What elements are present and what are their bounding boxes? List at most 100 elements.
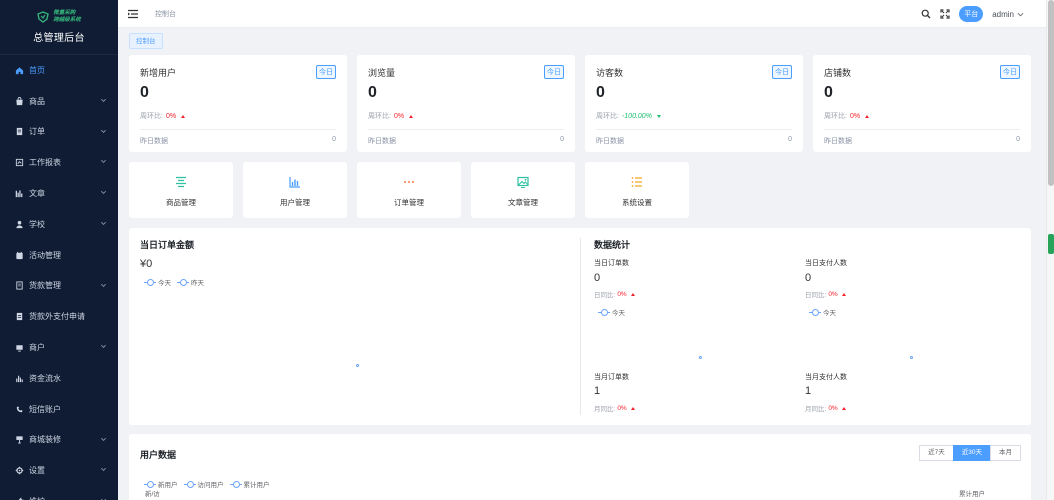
sidebar-item[interactable]: 订单 bbox=[0, 117, 118, 148]
shortcut-card[interactable]: 订单管理 bbox=[357, 162, 461, 218]
kpi-compare: 月同比: 0% bbox=[594, 403, 635, 413]
chevron-down-icon bbox=[1017, 12, 1024, 16]
logo-line1: 微量采购 bbox=[53, 10, 76, 16]
data-stats-title: 数据统计 bbox=[594, 240, 631, 250]
legend-today[interactable]: 今天 bbox=[809, 307, 836, 317]
sidebar-item-label: 货款管理 bbox=[29, 281, 61, 291]
panel-divider bbox=[580, 238, 581, 415]
sidebar-item[interactable]: 文章 bbox=[0, 178, 118, 209]
order-manage-icon bbox=[402, 175, 416, 189]
trend-arrow-icon bbox=[865, 114, 870, 118]
chevron-down-icon bbox=[101, 345, 106, 349]
sidebar-item-label: 商城装修 bbox=[29, 435, 61, 445]
shortcut-card[interactable]: 文章管理 bbox=[471, 162, 575, 218]
shortcut-label: 订单管理 bbox=[394, 198, 424, 207]
kpi-point bbox=[699, 356, 702, 359]
sidebar-item[interactable]: 首页 bbox=[0, 55, 118, 86]
page-scrollbar[interactable] bbox=[1046, 0, 1054, 500]
stat-period-tag: 今日 bbox=[316, 65, 336, 79]
right-axis-label: 累计用户 bbox=[959, 491, 985, 498]
logo-line2: 跨越级系统 bbox=[53, 17, 81, 23]
chevron-down-icon bbox=[101, 98, 106, 102]
order-amount-title: 当日订单金额 bbox=[140, 240, 195, 250]
order-stats-panel: 当日订单金额 ¥0 今天 昨天 数据统计 当日订单数 0 日同比: 0% 今天 当… bbox=[129, 228, 1031, 425]
payment-icon bbox=[14, 281, 24, 291]
breadcrumb[interactable]: 控制台 bbox=[155, 9, 176, 19]
chevron-down-icon bbox=[101, 129, 106, 133]
shortcut-label: 商品管理 bbox=[166, 198, 196, 207]
chevron-down-icon bbox=[101, 160, 106, 164]
sidebar-item-label: 货款外支付申请 bbox=[29, 312, 85, 322]
sidebar-item[interactable]: 维护 bbox=[0, 486, 118, 500]
shortcut-card[interactable]: 系统设置 bbox=[585, 162, 689, 218]
tag-dashboard[interactable]: 控制台 bbox=[129, 33, 163, 49]
maintain-icon bbox=[14, 497, 24, 500]
search-icon[interactable] bbox=[921, 9, 931, 19]
stat-card: 新增用户 今日 0 周环比: 0% 昨日数据 0 bbox=[129, 55, 347, 152]
kpi-label: 当月订单数 bbox=[594, 374, 629, 381]
stat-compare: 周环比: 0% bbox=[140, 111, 186, 121]
range-30days-button[interactable]: 近30天 bbox=[952, 445, 991, 461]
sidebar-item-label: 资金流水 bbox=[29, 373, 61, 383]
sidebar-item[interactable]: 商城装修 bbox=[0, 425, 118, 456]
logo-shield-icon bbox=[37, 11, 50, 23]
user-menu[interactable]: admin bbox=[992, 10, 1024, 19]
user-data-title: 用户数据 bbox=[140, 450, 177, 460]
shortcut-card[interactable]: 商品管理 bbox=[129, 162, 233, 218]
sidebar-item-label: 工作报表 bbox=[29, 158, 61, 168]
range-7days-button[interactable]: 近7天 bbox=[919, 445, 954, 461]
kpi-label: 当月支付人数 bbox=[805, 374, 847, 381]
sidebar-item[interactable]: 资金流水 bbox=[0, 363, 118, 394]
menu-fold-icon[interactable] bbox=[127, 8, 139, 20]
stat-compare: 周环比: 0% bbox=[824, 111, 870, 121]
kpi-compare: 月同比: 0% bbox=[805, 403, 846, 413]
goods-icon bbox=[14, 96, 24, 106]
topbar-actions: 平台 admin bbox=[921, 0, 1024, 28]
scroll-thumb[interactable] bbox=[1048, 0, 1054, 186]
sidebar-item[interactable]: 货款管理 bbox=[0, 271, 118, 302]
sidebar-item[interactable]: 货款外支付申请 bbox=[0, 301, 118, 332]
sidebar-item-label: 活动管理 bbox=[29, 250, 61, 260]
range-switch: 近7天 近30天 本月 bbox=[919, 445, 1021, 461]
sidebar-item-label: 设置 bbox=[29, 466, 45, 476]
left-axis-label: 新/访 bbox=[145, 491, 160, 498]
fullscreen-icon[interactable] bbox=[940, 9, 950, 19]
chevron-down-icon bbox=[101, 191, 106, 195]
merchant-icon bbox=[14, 343, 24, 353]
flow-icon bbox=[14, 373, 24, 383]
stat-yesterday: 昨日数据 0 bbox=[596, 136, 792, 145]
shortcut-label: 文章管理 bbox=[508, 198, 538, 207]
apply-icon bbox=[14, 312, 24, 322]
settings-icon bbox=[14, 466, 24, 476]
tags-bar: 控制台 bbox=[118, 28, 1054, 52]
sidebar-item[interactable]: 商品 bbox=[0, 86, 118, 117]
stat-value: 0 bbox=[824, 84, 833, 101]
kpi-legend: 今天 bbox=[598, 307, 625, 317]
article-manage-icon bbox=[516, 175, 530, 189]
sidebar-item[interactable]: 学校 bbox=[0, 209, 118, 240]
sidebar-item[interactable]: 活动管理 bbox=[0, 240, 118, 271]
sidebar-item[interactable]: 商户 bbox=[0, 332, 118, 363]
shortcut-label: 系统设置 bbox=[622, 198, 652, 207]
legend-today[interactable]: 今天 bbox=[144, 277, 171, 287]
order-amount-legend: 今天 昨天 bbox=[144, 277, 204, 287]
goods-manage-icon bbox=[174, 175, 188, 189]
sidebar-menu: 首页 商品 订单工作报表文章 学校活动管理货款管理货款外支付申请商户资金流水短信账户商… bbox=[0, 55, 118, 500]
legend-total-users[interactable]: 累计用户 bbox=[229, 479, 270, 489]
range-month-button[interactable]: 本月 bbox=[990, 445, 1021, 461]
legend-visit-users[interactable]: 访问用户 bbox=[183, 479, 224, 489]
sidebar-item[interactable]: 短信账户 bbox=[0, 394, 118, 425]
school-icon bbox=[14, 219, 24, 229]
kpi-compare: 日同比: 0% bbox=[805, 289, 846, 299]
system-settings-icon bbox=[630, 175, 644, 189]
user-data-panel: 用户数据 近7天 近30天 本月 新用户 访问用户 累计用户 新/访 累计用户 bbox=[129, 434, 1031, 500]
sidebar-item-label: 维护 bbox=[29, 496, 45, 500]
shortcut-card[interactable]: 用户管理 bbox=[243, 162, 347, 218]
chevron-down-icon bbox=[101, 283, 106, 287]
sidebar-item[interactable]: 设置 bbox=[0, 455, 118, 486]
legend-yesterday[interactable]: 昨天 bbox=[177, 277, 204, 287]
sms-icon bbox=[14, 404, 24, 414]
shortcut-label: 用户管理 bbox=[280, 198, 310, 207]
legend-today[interactable]: 今天 bbox=[598, 307, 625, 317]
sidebar-item[interactable]: 工作报表 bbox=[0, 147, 118, 178]
